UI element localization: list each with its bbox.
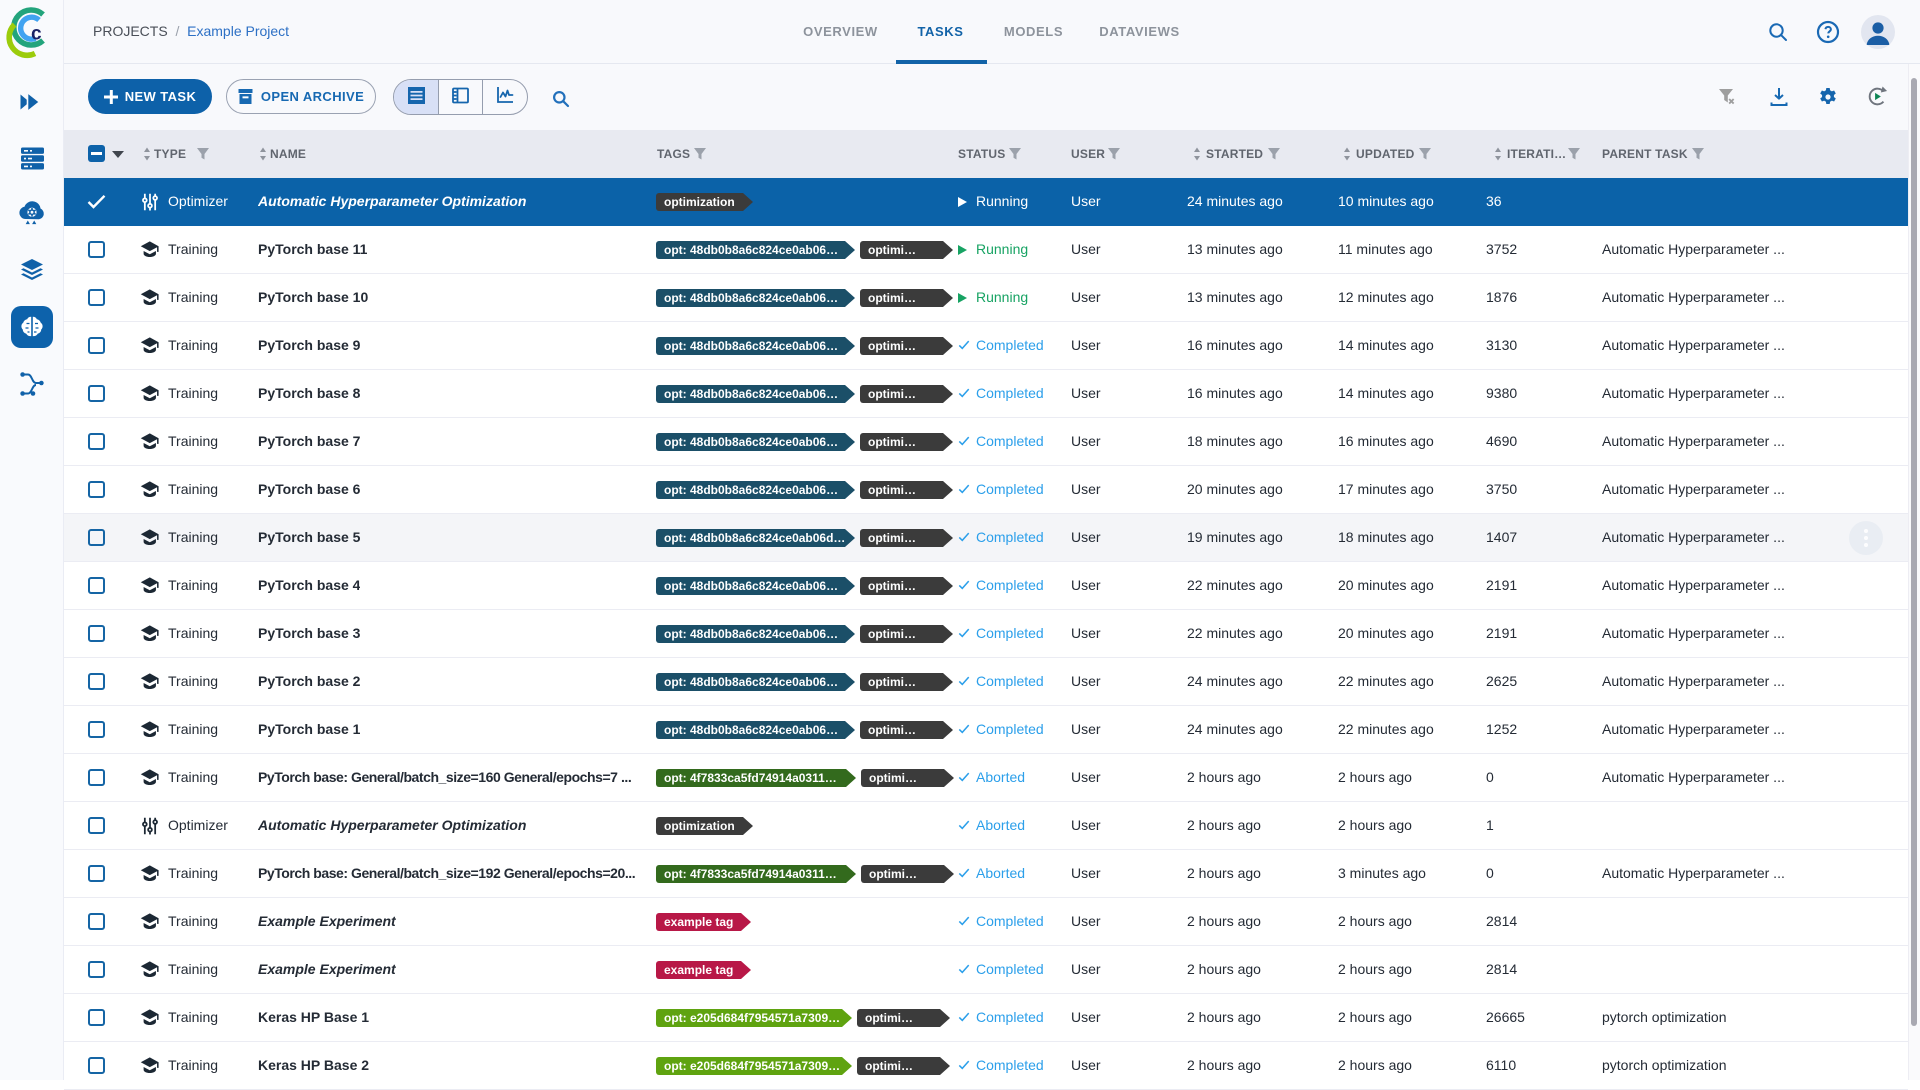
svg-text:c: c — [31, 24, 42, 45]
